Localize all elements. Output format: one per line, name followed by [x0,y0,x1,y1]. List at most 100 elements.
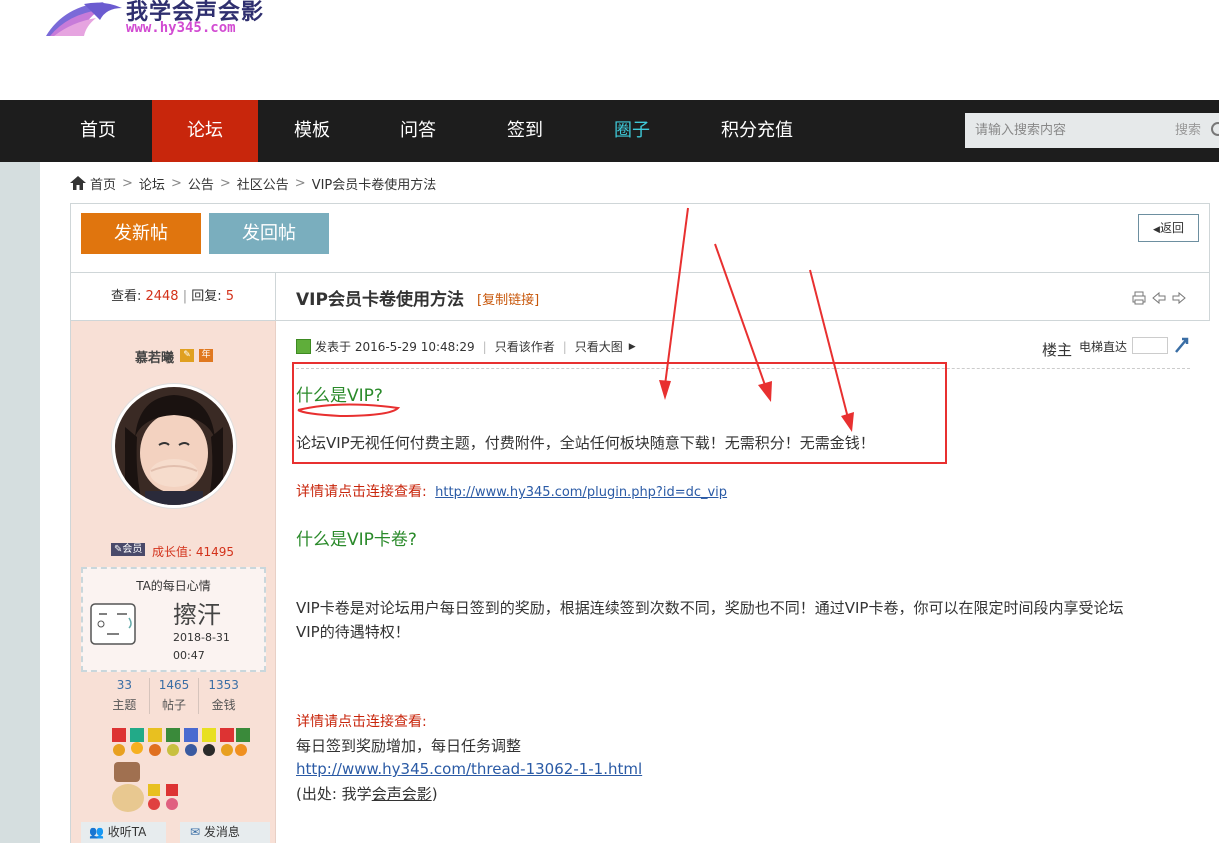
breadcrumb-current[interactable]: VIP会员卡卷使用方法 [312,174,437,193]
thread-tools [1132,291,1186,305]
follow-label: 收听TA [107,825,147,839]
message-icon: ✉ [190,825,201,839]
search-button[interactable]: 搜索 [1175,113,1201,148]
medals-icon[interactable] [110,726,255,816]
nav-item-qa[interactable]: 问答 [382,100,454,162]
site-url: www.hy345.com [126,20,236,36]
growth-number: 41495 [195,545,235,559]
meta-separator: | [482,339,487,354]
paragraph-vip-card-line2: VIP的待遇特权！ [296,623,410,641]
floor-label: 楼主 [1042,341,1073,359]
member-label: 会员 [122,544,143,555]
source-link[interactable]: 会声会影 [372,785,432,803]
left-background-strip [0,162,40,843]
floor-jump-go-icon[interactable] [1174,336,1190,354]
views-count: 2448 [145,289,179,304]
member-badge: ✎会员 [111,543,146,556]
copy-link-button[interactable]: [复制链接] [477,289,539,308]
only-big-image-link[interactable]: 只看大图 [575,338,623,355]
mood-word: 擦汗 [173,601,221,629]
site-logo[interactable]: 我学会声会影 www.hy345.com [44,0,274,40]
nav-item-forum[interactable]: 论坛 [152,100,258,162]
author-name[interactable]: 慕若曦 [135,347,174,366]
breadcrumb-forum[interactable]: 论坛 [139,174,165,193]
site-header: 我学会声会影 www.hy345.com [0,0,1219,100]
stat-threads-num: 33 [116,678,132,692]
post-timestamp: 发表于 2016-5-29 10:48:29 [315,340,475,354]
stat-money-label: 金钱 [211,698,236,712]
post-meta: 发表于 2016-5-29 10:48:29 | 只看该作者 | 只看大图 ▶ [296,338,636,355]
search-icon[interactable] [1211,122,1219,136]
follow-button[interactable]: 👥 收听TA [81,822,166,843]
stat-money-num: 1353 [208,678,239,692]
mood-title: TA的每日心情 [136,579,211,593]
replies-count: 5 [225,289,235,304]
author-stats: 33 主题 1465 帖子 1353 金钱 [100,678,248,714]
home-icon[interactable] [70,176,86,190]
search-box: 搜索 [965,113,1219,148]
main-nav: 首页 论坛 模板 问答 签到 圈子 积分充值 搜索 [0,100,1219,162]
back-label: 返回 [1159,221,1184,235]
message-label: 发消息 [203,825,240,839]
breadcrumb-community-announcement[interactable]: 社区公告 [237,174,289,193]
stat-threads-label: 主题 [112,698,137,712]
next-thread-icon[interactable] [1172,291,1186,305]
breadcrumb-separator: > [170,175,182,191]
breadcrumb-separator: > [219,175,231,191]
reply-button[interactable]: 发回帖 [209,213,329,254]
breadcrumb-separator: > [294,175,306,191]
author-edit-badge-icon: ✎ [180,349,194,362]
detail-label-2: 详情请点击连接查看: [296,714,427,730]
new-post-button[interactable]: 发新帖 [81,213,201,254]
logo-wing-icon [46,2,122,36]
detail-line-1: 详情请点击连接查看: http://www.hy345.com/plugin.p… [296,481,727,501]
source-line: (出处: 我学会声会影) [296,783,438,804]
detail-label-1: 详情请点击连接查看: [296,484,427,500]
paragraph-vip-card-line1: VIP卡卷是对论坛用户每日签到的奖励，根据连续签到次数不同，奖励也不同！通过VI… [296,599,1124,617]
author-year-badge-icon: 年 [199,349,213,362]
meta-separator: | [562,339,567,354]
nav-item-recharge[interactable]: 积分充值 [712,100,802,162]
nav-item-home[interactable]: 首页 [62,100,134,162]
views-label: 查看 [110,289,137,304]
nav-item-circle[interactable]: 圈子 [596,100,668,162]
stat-posts-num: 1465 [158,678,190,692]
print-icon[interactable] [1132,291,1146,305]
growth-value: 成长值: 41495 [152,543,234,560]
nav-item-checkin[interactable]: 签到 [489,100,561,162]
online-status-icon [296,339,311,354]
send-message-button[interactable]: ✉ 发消息 [180,822,270,843]
follow-icon: 👥 [89,825,104,839]
author-avatar[interactable] [112,384,236,508]
prev-thread-icon[interactable] [1152,291,1166,305]
stat-money[interactable]: 1353 金钱 [199,678,248,714]
vip-plugin-link[interactable]: http://www.hy345.com/plugin.php?id=dc_vi… [435,485,727,500]
breadcrumb-separator: > [122,175,133,191]
play-arrow-icon: ▶ [628,341,636,352]
floor-jump-input[interactable] [1132,337,1168,354]
growth-label: 成长值: [152,545,193,559]
breadcrumb-announcement[interactable]: 公告 [188,174,214,193]
source-prefix: (出处: 我学 [296,785,372,803]
search-input[interactable] [975,113,1165,148]
heading-what-is-vip-card: 什么是VIP卡卷? [296,530,417,550]
back-arrow-icon: ◀ [1153,225,1160,235]
back-button[interactable]: ◀返回 [1138,214,1199,242]
breadcrumb: 首页 > 论坛 > 公告 > 社区公告 > VIP会员卡卷使用方法 [70,173,436,193]
nav-item-templates[interactable]: 模板 [276,100,348,162]
thread-link[interactable]: http://www.hy345.com/thread-13062-1-1.ht… [296,760,642,778]
stat-posts[interactable]: 1465 帖子 [150,678,200,714]
avatar-image [115,387,233,505]
thread-title: VIP会员卡卷使用方法 [296,290,464,310]
daily-mood-box: TA的每日心情 擦汗 2018-8-31 00:47 [81,567,266,672]
mood-time: 00:47 [173,649,205,662]
only-author-link[interactable]: 只看该作者 [495,338,555,355]
stat-threads[interactable]: 33 主题 [100,678,150,714]
thread-stats: 查看: 2448 | 回复: 5 [70,273,276,321]
paragraph-checkin: 每日签到奖励增加，每日任务调整 [296,737,522,755]
source-suffix: ) [431,785,438,803]
mood-date: 2018-8-31 [173,631,230,644]
elevator-label: 电梯直达 [1079,340,1128,354]
stat-posts-label: 帖子 [162,698,187,712]
breadcrumb-home[interactable]: 首页 [90,174,116,193]
